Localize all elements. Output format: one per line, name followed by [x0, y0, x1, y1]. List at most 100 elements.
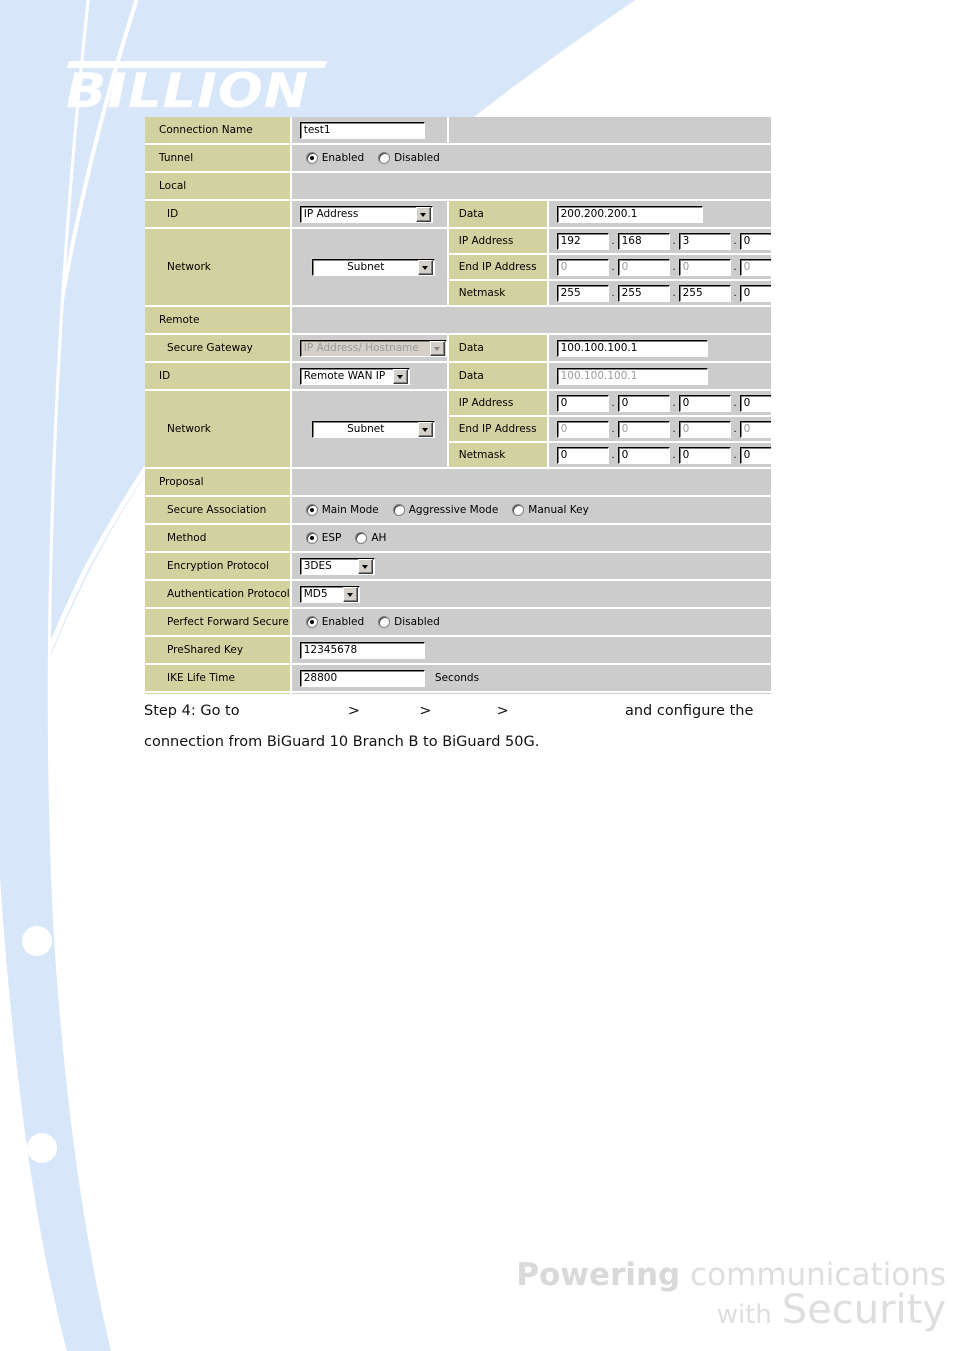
secure-gateway-data-input[interactable]: 100.100.100.1 — [556, 339, 708, 357]
ike-life-time-input[interactable]: 28800 — [299, 669, 425, 687]
label-local-id-data: Data — [447, 200, 549, 229]
octet-input[interactable]: 3 — [678, 232, 731, 250]
label-secure-association: Secure Association — [145, 496, 292, 525]
octet-input[interactable]: 0 — [739, 446, 771, 464]
octet-input[interactable]: 255 — [617, 284, 670, 302]
label-method: Method — [145, 524, 292, 553]
octet-input[interactable]: 0 — [678, 420, 731, 438]
label-connection-name: Connection Name — [145, 117, 292, 145]
secure-association-radio-aggressive-mode[interactable]: Aggressive Mode — [392, 504, 498, 516]
ipsec-configuration-table: Connection Name test1 Tunnel Enabled Dis… — [145, 117, 771, 694]
label-remote-id: ID — [145, 362, 292, 391]
label-local-end-ip-address: End IP Address — [447, 254, 549, 281]
label-local-ip-address: IP Address — [447, 228, 549, 255]
octet-input[interactable]: 0 — [678, 446, 731, 464]
octet-input[interactable]: 0 — [739, 232, 771, 250]
octet-input[interactable]: 0 — [617, 258, 670, 276]
slogan-security: Security — [781, 1287, 946, 1333]
octet-input[interactable]: 0 — [556, 394, 609, 412]
octet-input[interactable]: 0 — [617, 394, 670, 412]
octet-input[interactable]: 168 — [617, 232, 670, 250]
octet-input[interactable]: 0 — [617, 446, 670, 464]
octet-input[interactable]: 0 — [556, 420, 609, 438]
local-id-type-select[interactable]: IP Address — [299, 205, 433, 223]
local-id-data-input[interactable]: 200.200.200.1 — [556, 205, 703, 223]
secure-association-radio-manual-key[interactable]: Manual Key — [512, 504, 589, 516]
table-row-remote-id: ID Remote WAN IP Data 100.100.100.1 — [145, 362, 771, 391]
tunnel-radio-disabled[interactable]: Disabled — [378, 152, 440, 164]
chevron-down-icon — [392, 368, 408, 384]
connection-name-input[interactable]: test1 — [299, 121, 425, 139]
slogan-line-2: with Security — [516, 1290, 946, 1333]
remote-id-type-select[interactable]: Remote WAN IP — [299, 367, 410, 385]
breadcrumb-separator: > — [496, 703, 509, 719]
table-row-perfect-forward-secure: Perfect Forward Secure Enabled Disabled — [145, 608, 771, 637]
secure-gateway-type-select[interactable]: IP Address/ Hostname — [299, 339, 447, 357]
label-remote-end-ip-address: End IP Address — [447, 416, 549, 443]
instruction-line-1: Step 4: Go to > > > and configure the — [144, 696, 844, 727]
label-remote-id-data: Data — [447, 362, 549, 391]
slogan-communications: communications — [690, 1257, 946, 1293]
step-prefix: Step 4: Go to — [144, 703, 240, 719]
breadcrumb-separator: > — [419, 703, 432, 719]
spacer-cell — [290, 468, 771, 497]
label-secure-gateway: Secure Gateway — [145, 334, 292, 363]
section-header-proposal: Proposal — [145, 468, 292, 497]
table-row-authentication-protocol: Authentication Protocol MD5 — [145, 580, 771, 609]
spacer-cell — [447, 117, 771, 145]
octet-input[interactable]: 255 — [556, 284, 609, 302]
octet-input[interactable]: 0 — [678, 258, 731, 276]
octet-input[interactable]: 0 — [739, 284, 771, 302]
octet-input[interactable]: 0 — [739, 258, 771, 276]
tunnel-radio-enabled[interactable]: Enabled — [305, 152, 364, 164]
method-radio-ah[interactable]: AH — [355, 532, 386, 544]
octet-input[interactable]: 0 — [617, 420, 670, 438]
octet-input[interactable]: 0 — [739, 394, 771, 412]
encryption-protocol-select[interactable]: 3DES — [299, 557, 375, 575]
label-perfect-forward-secure: Perfect Forward Secure — [145, 608, 292, 637]
local-netmask-octets: 255 . 255 . 255 . 0 — [556, 284, 771, 303]
local-network-type-select[interactable]: Subnet — [311, 258, 435, 276]
table-row-section-remote: Remote — [145, 306, 771, 335]
perfect-forward-secure-radio-disabled[interactable]: Disabled — [378, 616, 440, 628]
table-row-secure-gateway: Secure Gateway IP Address/ Hostname Data… — [145, 334, 771, 363]
label-authentication-protocol: Authentication Protocol — [145, 580, 292, 609]
label-local-netmask: Netmask — [447, 280, 549, 307]
label-preshared-key: PreShared Key — [145, 636, 292, 665]
label-remote-netmask: Netmask — [447, 442, 549, 469]
preshared-key-input[interactable]: 12345678 — [299, 641, 425, 659]
logo-wordmark: BILLION — [66, 64, 310, 119]
label-remote-ip-address: IP Address — [447, 390, 549, 417]
table-row-connection-name: Connection Name test1 — [145, 117, 771, 145]
spacer-cell — [290, 306, 771, 335]
label-secure-gateway-data: Data — [447, 334, 549, 363]
chevron-down-icon — [342, 586, 358, 602]
radio-dot-icon — [305, 504, 318, 516]
table-row-tunnel: Tunnel Enabled Disabled — [145, 144, 771, 173]
remote-ip-address-octets: 0 . 0 . 0 . 0 — [556, 394, 771, 413]
octet-input[interactable]: 0 — [739, 420, 771, 438]
local-ip-address-octets: 192 . 168 . 3 . 0 — [556, 232, 771, 251]
remote-network-type-select[interactable]: Subnet — [311, 420, 435, 438]
method-radio-esp[interactable]: ESP — [305, 532, 341, 544]
octet-input[interactable]: 0 — [556, 258, 609, 276]
logo-accent-bar — [66, 61, 328, 68]
perfect-forward-secure-radio-group: Enabled Disabled — [300, 613, 771, 631]
radio-dot-icon — [378, 152, 391, 164]
breadcrumb-separator: > — [347, 703, 360, 719]
octet-input[interactable]: 0 — [678, 394, 731, 412]
remote-id-data-input[interactable]: 100.100.100.1 — [556, 367, 708, 385]
billion-logo: BILLION — [62, 55, 347, 117]
authentication-protocol-select[interactable]: MD5 — [299, 585, 360, 603]
table-row-section-proposal: Proposal — [145, 468, 771, 497]
secure-association-radio-main-mode[interactable]: Main Mode — [305, 504, 379, 516]
octet-input[interactable]: 192 — [556, 232, 609, 250]
spacer-cell — [290, 172, 771, 201]
chevron-down-icon — [357, 558, 373, 574]
octet-input[interactable]: 0 — [556, 446, 609, 464]
remote-end-ip-address-octets: 0 . 0 . 0 . 0 — [556, 420, 771, 439]
octet-input[interactable]: 255 — [678, 284, 731, 302]
table-row-secure-association: Secure Association Main Mode Aggressive … — [145, 496, 771, 525]
perfect-forward-secure-radio-enabled[interactable]: Enabled — [305, 616, 364, 628]
tunnel-radio-group: Enabled Disabled — [300, 149, 771, 167]
